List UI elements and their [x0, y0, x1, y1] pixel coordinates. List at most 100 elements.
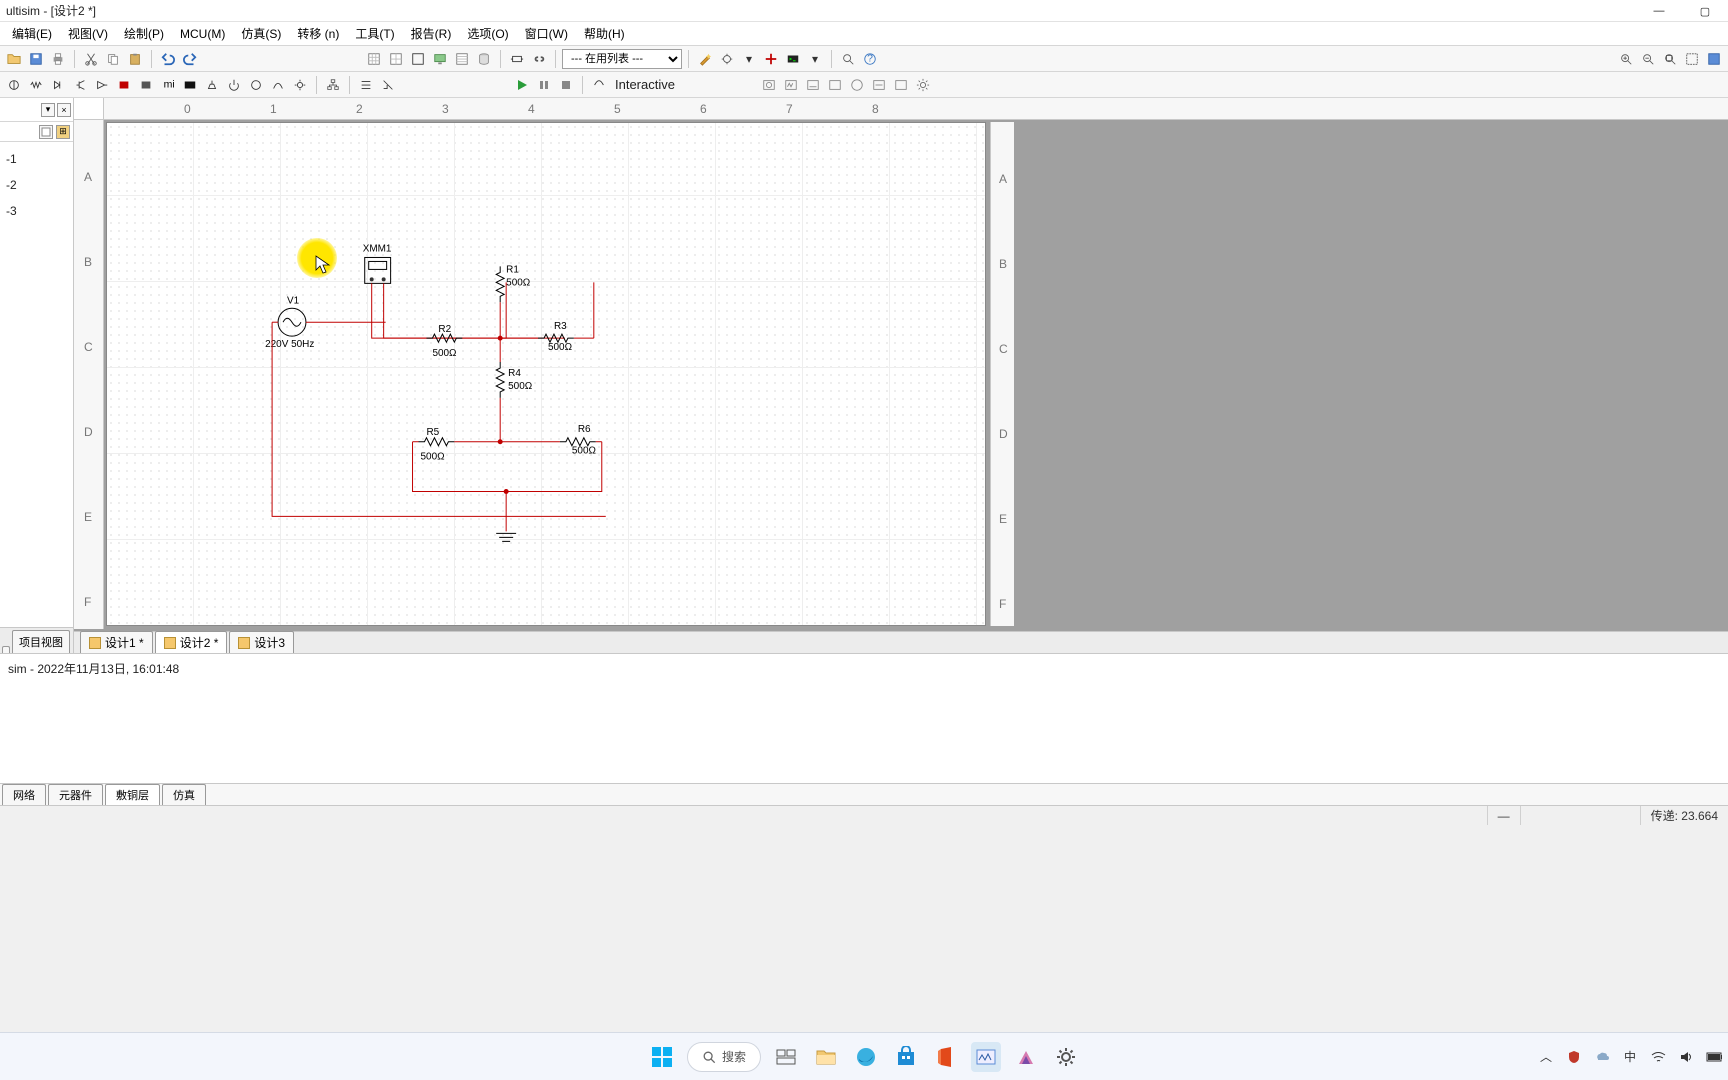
- print-icon[interactable]: [48, 49, 68, 69]
- tray-volume-icon[interactable]: [1678, 1049, 1694, 1065]
- store-icon[interactable]: [891, 1042, 921, 1072]
- tray-wifi-icon[interactable]: [1650, 1049, 1666, 1065]
- menu-help[interactable]: 帮助(H): [576, 23, 633, 44]
- table-icon[interactable]: [452, 49, 472, 69]
- menu-edit[interactable]: 编辑(E): [4, 23, 60, 44]
- source-icon[interactable]: [4, 75, 24, 95]
- power-icon[interactable]: [224, 75, 244, 95]
- wand-icon[interactable]: [695, 49, 715, 69]
- cmos-icon[interactable]: [136, 75, 156, 95]
- settings-gear-icon[interactable]: [913, 75, 933, 95]
- component-r5[interactable]: R5 500Ω: [413, 427, 602, 492]
- start-button[interactable]: [647, 1042, 677, 1072]
- save-icon[interactable]: [26, 49, 46, 69]
- bus-icon[interactable]: [356, 75, 376, 95]
- explorer-icon[interactable]: [811, 1042, 841, 1072]
- zoom-find-icon[interactable]: [838, 49, 858, 69]
- tray-security-icon[interactable]: [1566, 1049, 1582, 1065]
- workspace[interactable]: 0 1 2 3 4 5 6 7 8 A B C D E F A B C D E …: [74, 98, 1728, 653]
- electro-icon[interactable]: [290, 75, 310, 95]
- log-tab-sim[interactable]: 仿真: [162, 784, 206, 805]
- component-icon[interactable]: [507, 49, 527, 69]
- sidebar-tab-left[interactable]: [2, 646, 10, 653]
- menu-simulate[interactable]: 仿真(S): [233, 23, 289, 44]
- instrument-1-icon[interactable]: [759, 75, 779, 95]
- terminal-icon[interactable]: [783, 49, 803, 69]
- link-icon[interactable]: [529, 49, 549, 69]
- indicator-icon[interactable]: [202, 75, 222, 95]
- component-xmm1[interactable]: XMM1: [363, 243, 506, 338]
- pause-button[interactable]: [534, 75, 554, 95]
- redo-icon[interactable]: [180, 49, 200, 69]
- minimize-button[interactable]: —: [1636, 0, 1682, 22]
- menu-window[interactable]: 窗口(W): [517, 23, 576, 44]
- edge-icon[interactable]: [851, 1042, 881, 1072]
- undo-icon[interactable]: [158, 49, 178, 69]
- stop-button[interactable]: [556, 75, 576, 95]
- dropdown-1[interactable]: ▾: [739, 49, 759, 69]
- zoom-area-icon[interactable]: [1682, 49, 1702, 69]
- app-icon[interactable]: [1011, 1042, 1041, 1072]
- task-view-icon[interactable]: [771, 1042, 801, 1072]
- fullscreen-icon[interactable]: [1704, 49, 1724, 69]
- menu-mcu[interactable]: MCU(M): [172, 25, 233, 43]
- analog-icon[interactable]: [92, 75, 112, 95]
- menu-tools[interactable]: 工具(T): [347, 23, 402, 44]
- run-button[interactable]: [512, 75, 532, 95]
- schematic-canvas[interactable]: V1 220V 50Hz XMM1: [106, 122, 986, 626]
- tray-chevron-up-icon[interactable]: ︿: [1538, 1049, 1554, 1065]
- sidebar-tab-project[interactable]: 项目视图: [12, 630, 70, 653]
- open-icon[interactable]: [4, 49, 24, 69]
- tray-ime-icon[interactable]: 中: [1622, 1049, 1638, 1065]
- tray-battery-icon[interactable]: [1706, 1049, 1722, 1065]
- menu-transfer[interactable]: 转移 (n): [289, 23, 347, 44]
- office-icon[interactable]: [931, 1042, 961, 1072]
- component-r4[interactable]: R4 500Ω: [496, 338, 533, 442]
- component-r2[interactable]: R2 500Ω: [426, 324, 462, 359]
- maximize-button[interactable]: ▢: [1682, 0, 1728, 22]
- component-r6[interactable]: R6 500Ω: [500, 424, 602, 457]
- in-use-list-select[interactable]: --- 在用列表 ---: [562, 49, 682, 69]
- mixed-icon[interactable]: [180, 75, 200, 95]
- zoom-in-icon[interactable]: [1616, 49, 1636, 69]
- help-icon[interactable]: ?: [860, 49, 880, 69]
- instrument-3-icon[interactable]: [803, 75, 823, 95]
- ground-symbol[interactable]: [496, 533, 516, 541]
- instrument-4-icon[interactable]: [825, 75, 845, 95]
- ttl-icon[interactable]: [114, 75, 134, 95]
- hierarchy-item-2[interactable]: -2: [4, 172, 69, 198]
- transistor-icon[interactable]: [70, 75, 90, 95]
- instrument-6-icon[interactable]: [869, 75, 889, 95]
- taskbar-search[interactable]: 搜索: [687, 1042, 761, 1072]
- display-icon[interactable]: [430, 49, 450, 69]
- probe-icon[interactable]: [717, 49, 737, 69]
- menu-draw[interactable]: 绘制(P): [116, 23, 172, 44]
- grid-icon[interactable]: [386, 49, 406, 69]
- instrument-7-icon[interactable]: [891, 75, 911, 95]
- misc-icon[interactable]: misc: [158, 75, 178, 95]
- instrument-2-icon[interactable]: [781, 75, 801, 95]
- menu-report[interactable]: 报告(R): [403, 23, 460, 44]
- design-tab-2[interactable]: 设计2 *: [155, 631, 228, 653]
- junction-icon[interactable]: [378, 75, 398, 95]
- rf-icon[interactable]: [268, 75, 288, 95]
- dropdown-2[interactable]: ▾: [805, 49, 825, 69]
- border-icon[interactable]: [408, 49, 428, 69]
- design-tab-3[interactable]: 设计3: [229, 631, 294, 653]
- hierarchy-item-1[interactable]: -1: [4, 146, 69, 172]
- place-icon[interactable]: [761, 49, 781, 69]
- hierarchy-icon[interactable]: [323, 75, 343, 95]
- tree-select-icon[interactable]: ⊞: [56, 125, 70, 139]
- menu-view[interactable]: 视图(V): [60, 23, 116, 44]
- component-r1[interactable]: R1 500Ω: [496, 264, 531, 338]
- system-tray[interactable]: ︿ 中: [1538, 1049, 1722, 1065]
- cut-icon[interactable]: [81, 49, 101, 69]
- misc2-icon[interactable]: [246, 75, 266, 95]
- log-tab-components[interactable]: 元器件: [48, 784, 103, 805]
- zoom-fit-icon[interactable]: [1660, 49, 1680, 69]
- interactive-icon[interactable]: [589, 75, 609, 95]
- sheet-icon[interactable]: [364, 49, 384, 69]
- instrument-5-icon[interactable]: [847, 75, 867, 95]
- log-tab-copper[interactable]: 敷铜层: [105, 784, 160, 805]
- tray-onedrive-icon[interactable]: [1594, 1049, 1610, 1065]
